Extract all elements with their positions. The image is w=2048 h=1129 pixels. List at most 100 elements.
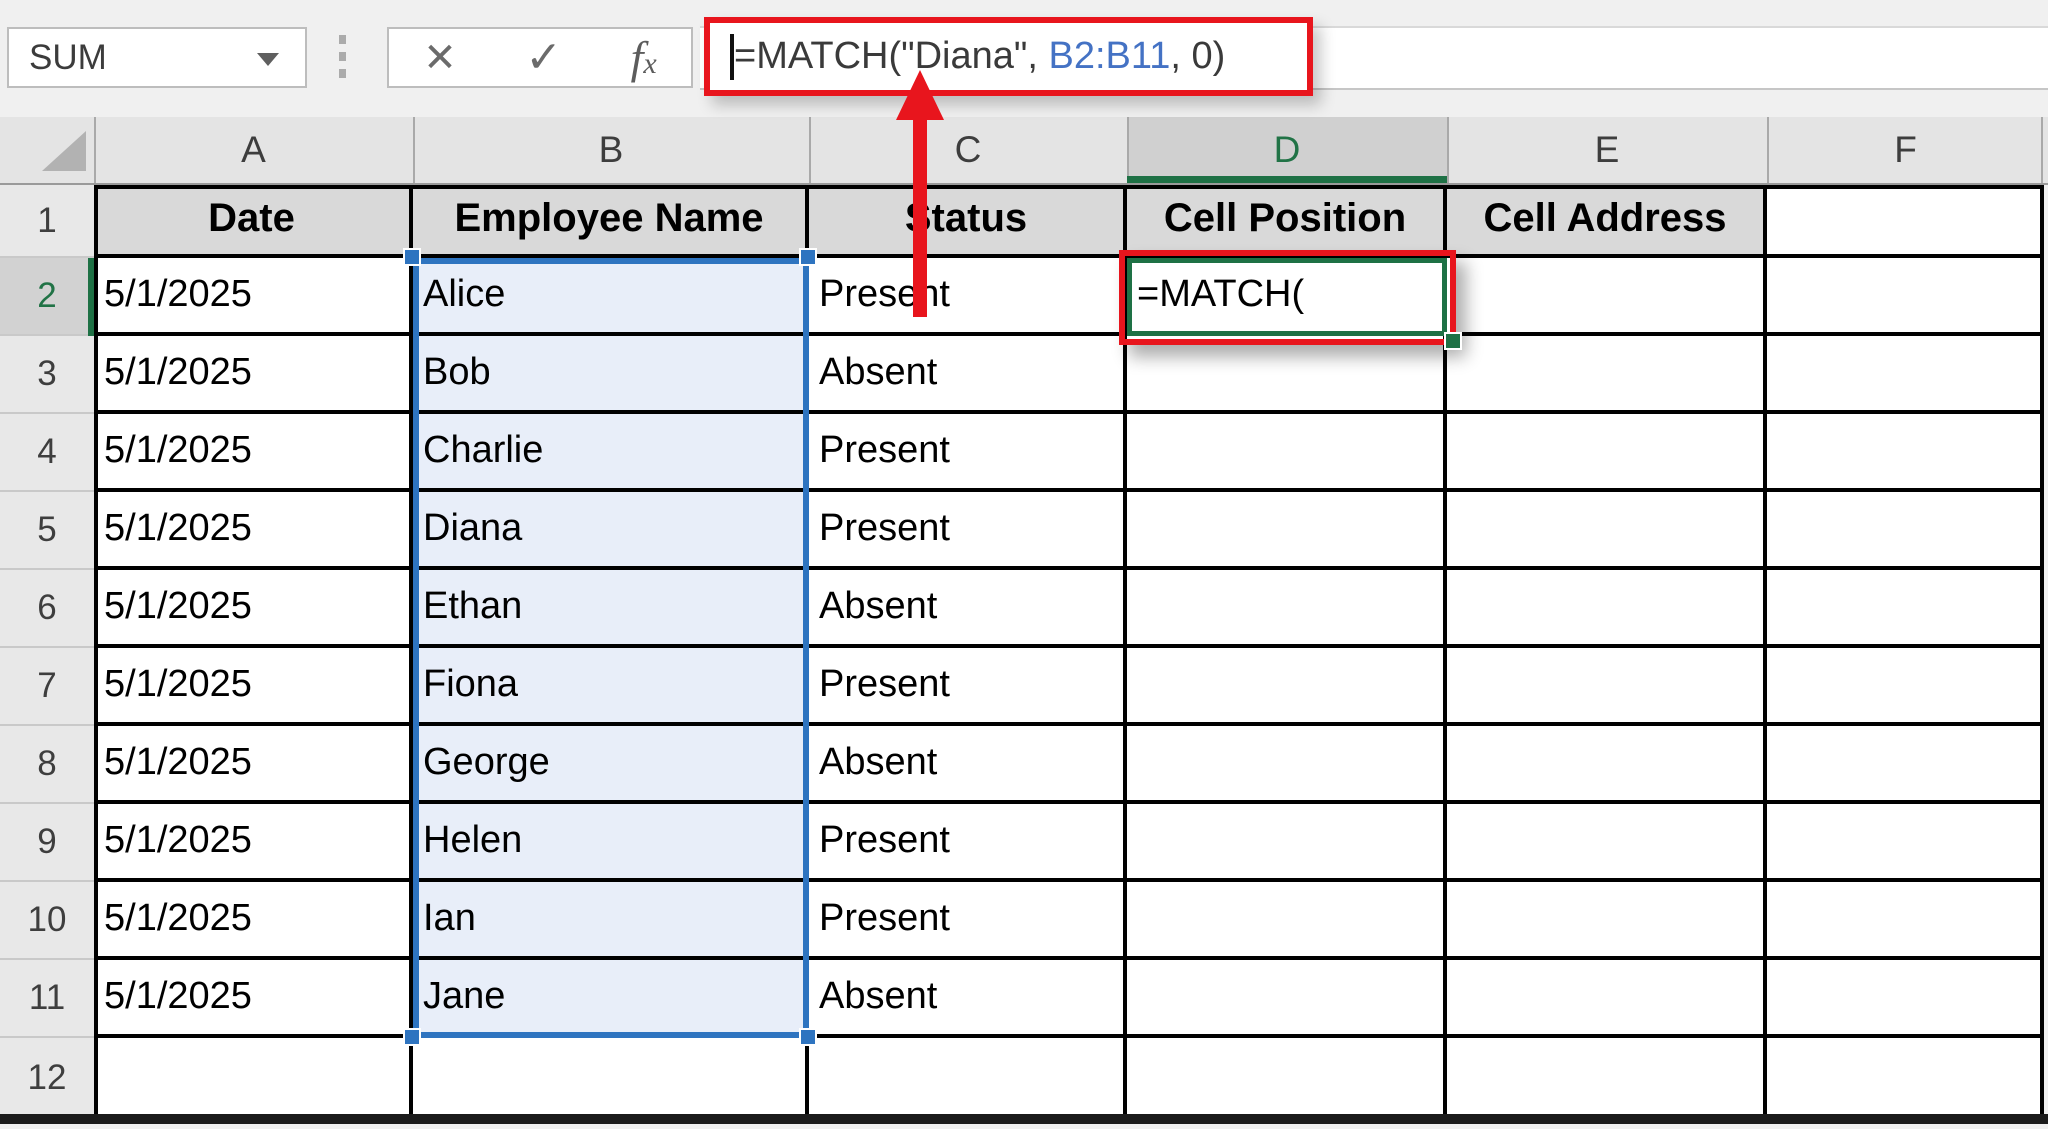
cell-F5[interactable] <box>1767 492 2044 570</box>
cell-D12[interactable] <box>1127 1038 1447 1120</box>
cell-E5[interactable] <box>1447 492 1767 570</box>
column-header-A[interactable]: A <box>94 117 413 183</box>
cell-B12[interactable] <box>413 1038 809 1120</box>
cell-E10[interactable] <box>1447 882 1767 960</box>
cell-C9[interactable]: Present <box>809 804 1127 882</box>
cell-F10[interactable] <box>1767 882 2044 960</box>
formula-bar-row: SUM ✕ ✓ fx =MATCH("Diana", B2:B11, 0) <box>0 0 2048 117</box>
row-header-3[interactable]: 3 <box>0 336 94 414</box>
cell-C11[interactable]: Absent <box>809 960 1127 1038</box>
cell-A5[interactable]: 5/1/2025 <box>94 492 413 570</box>
cell-C8[interactable]: Absent <box>809 726 1127 804</box>
cell-A6[interactable]: 5/1/2025 <box>94 570 413 648</box>
cell-A4[interactable]: 5/1/2025 <box>94 414 413 492</box>
cell-D3[interactable] <box>1127 336 1447 414</box>
cell-F6[interactable] <box>1767 570 2044 648</box>
cell-E11[interactable] <box>1447 960 1767 1038</box>
column-header-separator <box>1127 117 1129 183</box>
insert-function-icon[interactable]: fx <box>631 31 657 84</box>
selection-range-border[interactable] <box>413 258 809 1038</box>
formula-text[interactable]: =MATCH("Diana", B2:B11, 0) <box>734 35 1225 78</box>
spreadsheet-grid: ABCDEF123456789101112DateEmployee NameSt… <box>0 117 2048 1129</box>
cell-A10[interactable]: 5/1/2025 <box>94 882 413 960</box>
column-header-B[interactable]: B <box>413 117 809 183</box>
cell-D6[interactable] <box>1127 570 1447 648</box>
cell-D5[interactable] <box>1127 492 1447 570</box>
cell-A11[interactable]: 5/1/2025 <box>94 960 413 1038</box>
cell-F7[interactable] <box>1767 648 2044 726</box>
cell-D4[interactable] <box>1127 414 1447 492</box>
formula-bar-drag-handle[interactable] <box>339 35 346 84</box>
fill-handle[interactable] <box>1444 332 1462 350</box>
cell-F12[interactable] <box>1767 1038 2044 1120</box>
row-header-1[interactable]: 1 <box>0 185 94 258</box>
cell-C7[interactable]: Present <box>809 648 1127 726</box>
cell-A2[interactable]: 5/1/2025 <box>94 258 413 336</box>
row-header-8[interactable]: 8 <box>0 726 94 804</box>
cell-F2[interactable] <box>1767 258 2044 336</box>
cell-E7[interactable] <box>1447 648 1767 726</box>
cell-D11[interactable] <box>1127 960 1447 1038</box>
cell-E8[interactable] <box>1447 726 1767 804</box>
column-header-C[interactable]: C <box>809 117 1127 183</box>
cell-F1[interactable] <box>1767 185 2044 258</box>
cell-D7[interactable] <box>1127 648 1447 726</box>
cell-F3[interactable] <box>1767 336 2044 414</box>
cell-E3[interactable] <box>1447 336 1767 414</box>
cell-C4[interactable]: Present <box>809 414 1127 492</box>
row-header-9[interactable]: 9 <box>0 804 94 882</box>
chevron-down-icon[interactable] <box>257 53 279 66</box>
cell-A12[interactable] <box>94 1038 413 1120</box>
selection-handle-3[interactable] <box>799 1028 817 1046</box>
column-header-D[interactable]: D <box>1127 117 1447 183</box>
cell-A8[interactable]: 5/1/2025 <box>94 726 413 804</box>
row-header-7[interactable]: 7 <box>0 648 94 726</box>
cell-F8[interactable] <box>1767 726 2044 804</box>
row-header-6[interactable]: 6 <box>0 570 94 648</box>
row-header-2[interactable]: 2 <box>0 258 94 336</box>
cell-D1[interactable]: Cell Position <box>1127 185 1447 258</box>
column-header-separator <box>94 117 96 183</box>
cell-F11[interactable] <box>1767 960 2044 1038</box>
name-box-value: SUM <box>29 29 107 86</box>
cell-C3[interactable]: Absent <box>809 336 1127 414</box>
cell-E9[interactable] <box>1447 804 1767 882</box>
cell-D10[interactable] <box>1127 882 1447 960</box>
cell-B1[interactable]: Employee Name <box>413 185 809 258</box>
cell-C2[interactable]: Present <box>809 258 1127 336</box>
row-header-12[interactable]: 12 <box>0 1038 94 1120</box>
cell-E4[interactable] <box>1447 414 1767 492</box>
selection-handle-1[interactable] <box>799 248 817 266</box>
name-box[interactable]: SUM <box>7 27 307 88</box>
selection-handle-2[interactable] <box>403 1028 421 1046</box>
cell-C6[interactable]: Absent <box>809 570 1127 648</box>
cell-A9[interactable]: 5/1/2025 <box>94 804 413 882</box>
column-header-separator <box>1447 117 1449 183</box>
cell-A1[interactable]: Date <box>94 185 413 258</box>
cell-D9[interactable] <box>1127 804 1447 882</box>
enter-icon[interactable]: ✓ <box>525 36 562 80</box>
cell-C12[interactable] <box>809 1038 1127 1120</box>
cell-E12[interactable] <box>1447 1038 1767 1120</box>
column-header-separator <box>413 117 415 183</box>
cell-F4[interactable] <box>1767 414 2044 492</box>
cell-C1[interactable]: Status <box>809 185 1127 258</box>
cell-A3[interactable]: 5/1/2025 <box>94 336 413 414</box>
cell-A7[interactable]: 5/1/2025 <box>94 648 413 726</box>
column-header-F[interactable]: F <box>1767 117 2044 183</box>
cell-D8[interactable] <box>1127 726 1447 804</box>
selection-handle-0[interactable] <box>403 248 421 266</box>
row-header-11[interactable]: 11 <box>0 960 94 1038</box>
cell-E1[interactable]: Cell Address <box>1447 185 1767 258</box>
cell-E2[interactable] <box>1447 258 1767 336</box>
cell-C10[interactable]: Present <box>809 882 1127 960</box>
row-header-4[interactable]: 4 <box>0 414 94 492</box>
table-frame-left <box>94 185 98 1120</box>
column-header-E[interactable]: E <box>1447 117 1767 183</box>
row-header-5[interactable]: 5 <box>0 492 94 570</box>
row-header-10[interactable]: 10 <box>0 882 94 960</box>
cell-C5[interactable]: Present <box>809 492 1127 570</box>
cancel-icon[interactable]: ✕ <box>423 38 457 78</box>
cell-F9[interactable] <box>1767 804 2044 882</box>
cell-E6[interactable] <box>1447 570 1767 648</box>
